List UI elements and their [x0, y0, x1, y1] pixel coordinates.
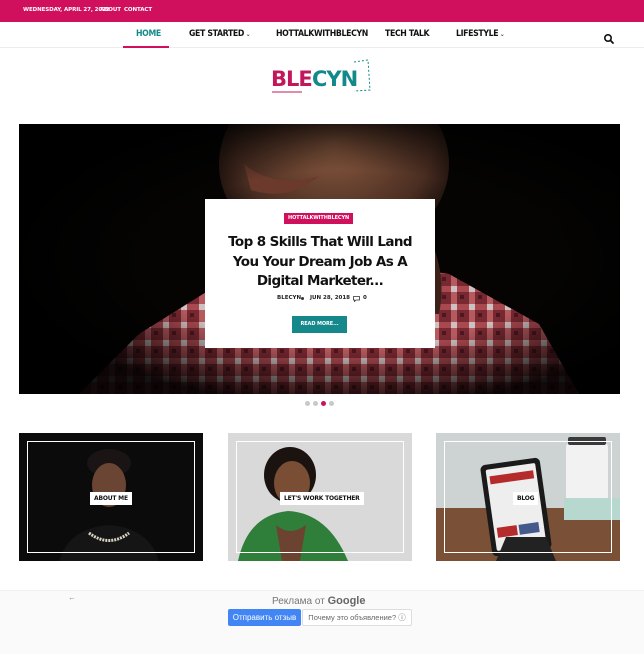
contact-link[interactable]: CONTACT [124, 7, 152, 13]
search-icon[interactable] [603, 33, 615, 45]
chevron-down-icon: ⌄ [245, 31, 251, 38]
post-title[interactable]: Top 8 Skills That Will Land You Your Dre… [223, 233, 417, 292]
about-me-label[interactable]: ABOUT ME [90, 492, 132, 505]
current-date: WEDNESDAY, APRIL 27, 2022 [23, 7, 110, 13]
about-link[interactable]: ABOUT [100, 7, 121, 13]
work-together-label[interactable]: LET'S WORK TOGETHER [280, 492, 364, 505]
send-feedback-button[interactable]: Отправить отзыв [228, 609, 301, 626]
featured-post-card: HOTTALKWITHBLECYN Top 8 Skills That Will… [205, 199, 435, 348]
nav-item-home[interactable]: HOME [136, 29, 161, 39]
slider-dot-active[interactable] [321, 401, 326, 406]
post-date: JUN 28, 2018 [310, 295, 350, 301]
ad-banner: ← Реклама от Google Отправить отзыв Поче… [0, 590, 644, 654]
post-author[interactable]: BLECYN [277, 295, 301, 301]
back-arrow-icon[interactable]: ← [68, 593, 76, 602]
comment-icon [353, 296, 360, 302]
slider-dot[interactable] [305, 401, 310, 406]
main-nav: HOME GET STARTED ⌄ HOTTALKWITHBLECYN TECH… [0, 22, 644, 48]
blog-card[interactable]: BLOG [436, 433, 620, 561]
meta-separator [301, 297, 304, 300]
site-logo[interactable]: BLE CYN [262, 58, 382, 98]
logo-text-cyn: CYN [312, 67, 357, 91]
why-this-ad-button[interactable]: Почему это объявление? ⓘ [302, 609, 412, 626]
ad-attribution: Реклама от Google [272, 595, 366, 607]
work-together-card[interactable]: LET'S WORK TOGETHER [228, 433, 412, 561]
slider-dot[interactable] [329, 401, 334, 406]
google-brand: Google [327, 595, 366, 607]
about-me-card[interactable]: ABOUT ME [19, 433, 203, 561]
top-bar: WEDNESDAY, APRIL 27, 2022 ABOUT CONTACT [0, 0, 644, 22]
comment-count[interactable]: 0 [363, 295, 367, 301]
chevron-down-icon: ⌄ [500, 31, 505, 38]
nav-item-get-started[interactable]: GET STARTED ⌄ [189, 29, 250, 39]
read-more-button[interactable]: READ MORE... [292, 316, 347, 333]
nav-item-lifestyle[interactable]: LIFESTYLE ⌄ [456, 29, 505, 39]
slider-dot[interactable] [313, 401, 318, 406]
nav-item-hottalkwithblecyn[interactable]: HOTTALKWITHBLECYN [276, 29, 368, 39]
category-badge[interactable]: HOTTALKWITHBLECYN [284, 213, 354, 224]
nav-item-tech-talk[interactable]: TECH TALK [385, 29, 430, 39]
logo-text-ble: BLE [271, 67, 312, 91]
active-nav-indicator [123, 46, 169, 48]
blog-label[interactable]: BLOG [513, 492, 539, 505]
